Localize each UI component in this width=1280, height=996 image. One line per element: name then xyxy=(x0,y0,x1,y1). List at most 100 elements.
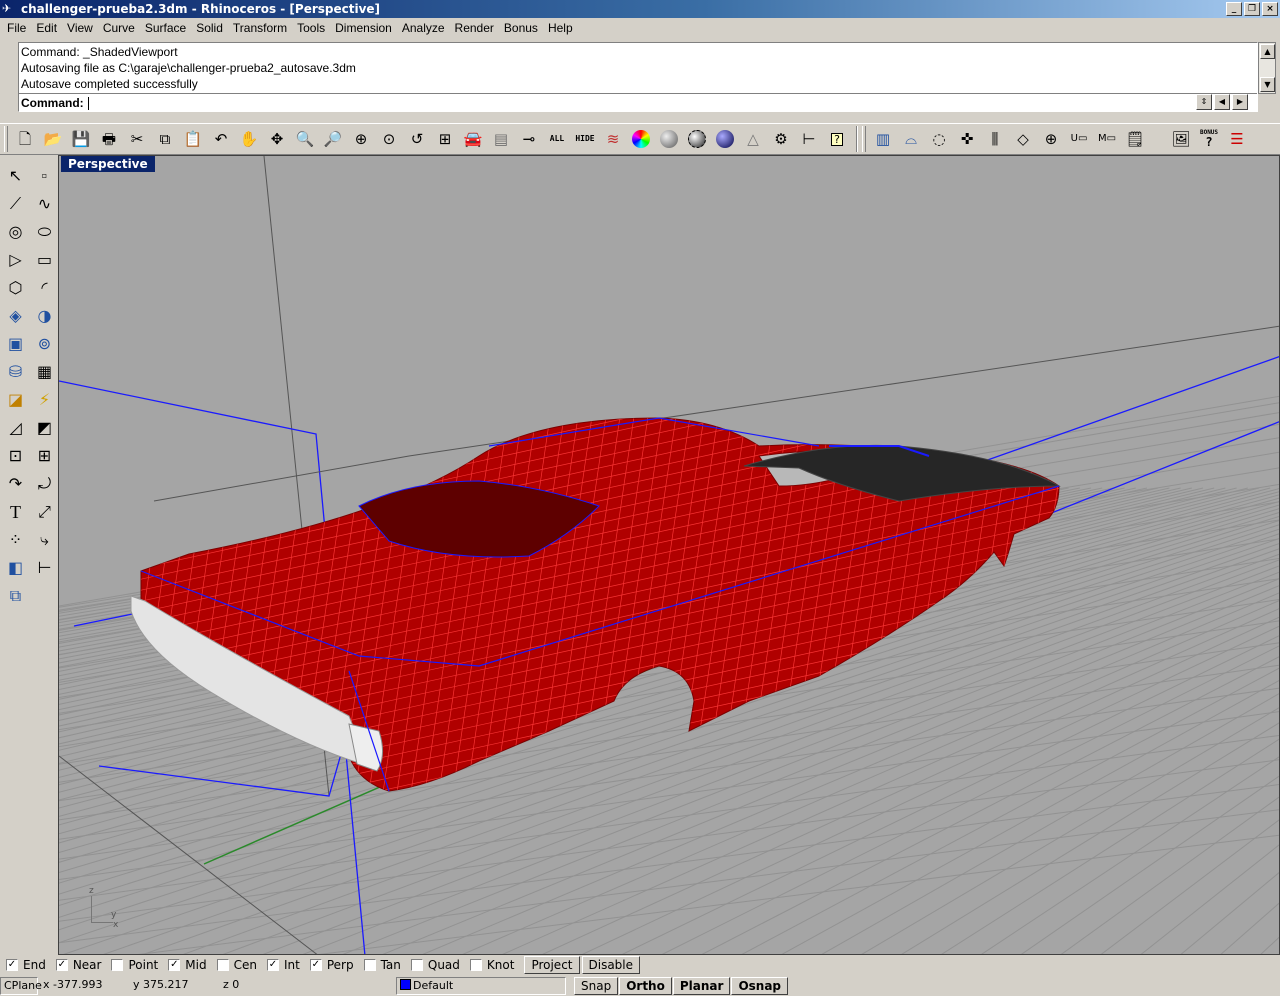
current-layer[interactable]: Default xyxy=(396,977,566,995)
command-caret[interactable] xyxy=(87,96,89,110)
checkbox-icon[interactable] xyxy=(469,959,482,971)
snap-toggle[interactable]: Snap xyxy=(574,977,619,995)
text-icon[interactable]: T xyxy=(1,498,30,526)
command-history-scrollbar[interactable]: ▲ ▼ xyxy=(1258,42,1276,94)
disable-button[interactable]: Disable xyxy=(581,956,641,974)
notes-icon[interactable]: 🗒 xyxy=(1122,126,1148,152)
curve-icon[interactable]: ∿ xyxy=(30,190,59,218)
mesh-icon[interactable]: ▦ xyxy=(30,358,59,386)
checkbox-icon[interactable] xyxy=(410,959,423,971)
boolean-icon[interactable]: ⊚ xyxy=(30,330,59,358)
move-tool-icon[interactable]: ⤢ xyxy=(30,498,59,526)
toolbar-grip[interactable] xyxy=(862,126,866,152)
planar-toggle[interactable]: Planar xyxy=(672,977,731,995)
arc-icon[interactable]: ◜ xyxy=(30,274,59,302)
surface-icon[interactable]: ▥ xyxy=(870,126,896,152)
menu-file[interactable]: File xyxy=(2,21,31,35)
undo-view-icon[interactable]: ↺ xyxy=(404,126,430,152)
render-icon[interactable]: 🖼 xyxy=(1168,126,1194,152)
sphere-gloss-icon[interactable] xyxy=(684,126,710,152)
extrude-icon[interactable]: ⛁ xyxy=(1,358,30,386)
car-icon[interactable]: 🚘 xyxy=(460,126,486,152)
menu-surface[interactable]: Surface xyxy=(140,21,191,35)
snap-grid-icon[interactable]: ⁘ xyxy=(1,526,30,554)
menu-bonus[interactable]: Bonus xyxy=(499,21,543,35)
undo-icon[interactable]: ↶ xyxy=(208,126,234,152)
osnap-quad[interactable]: Quad xyxy=(410,958,460,972)
sphere-gray-icon[interactable] xyxy=(656,126,682,152)
curvature-icon[interactable]: ⌓ xyxy=(898,126,924,152)
osnap-point[interactable]: Point xyxy=(111,958,158,972)
perspective-viewport[interactable]: Perspective z y x xyxy=(58,155,1280,955)
scale-icon[interactable]: ⤾ xyxy=(30,470,59,498)
trim-icon[interactable]: ◿ xyxy=(1,414,30,442)
zoom-window-icon[interactable]: 🔎 xyxy=(320,126,346,152)
point-icon[interactable]: ▫ xyxy=(30,162,59,190)
pan-icon[interactable]: ✋ xyxy=(236,126,262,152)
osnap-cen[interactable]: Cen xyxy=(216,958,257,972)
array-icon[interactable]: ⊡ xyxy=(1,442,30,470)
menu-solid[interactable]: Solid xyxy=(191,21,228,35)
zoom-extents-icon[interactable]: ⊕ xyxy=(348,126,374,152)
scene-canvas[interactable] xyxy=(59,156,1280,955)
nav-right-icon[interactable]: ▶ xyxy=(1232,94,1248,110)
target-icon[interactable]: ⊕ xyxy=(1038,126,1064,152)
checkbox-icon[interactable] xyxy=(111,959,124,971)
help-icon[interactable]: ? xyxy=(824,126,850,152)
select-arrow-icon[interactable]: ↖ xyxy=(1,162,30,190)
move-icon[interactable]: ✜ xyxy=(954,126,980,152)
close-button[interactable]: × xyxy=(1262,2,1278,16)
scroll-up-icon[interactable]: ▲ xyxy=(1260,44,1275,59)
osnap-int[interactable]: ✓ Int xyxy=(266,958,300,972)
split-icon[interactable]: ⚡ xyxy=(30,386,59,414)
list-icon[interactable]: ☰ xyxy=(1224,126,1250,152)
save-icon[interactable]: 💾 xyxy=(68,126,94,152)
rectangle-icon[interactable]: ▭ xyxy=(30,246,59,274)
checkbox-checked-icon[interactable]: ✓ xyxy=(55,959,68,971)
paste-icon[interactable]: 📋 xyxy=(180,126,206,152)
color-wheel-icon[interactable] xyxy=(628,126,654,152)
menu-edit[interactable]: Edit xyxy=(31,21,62,35)
osnap-end[interactable]: ✓ End xyxy=(6,958,46,972)
osnap-knot[interactable]: Knot xyxy=(469,958,514,972)
osnap-perp[interactable]: ✓ Perp xyxy=(309,958,354,972)
sphere-blue-icon[interactable] xyxy=(712,126,738,152)
polygon-icon[interactable]: ▷ xyxy=(1,246,30,274)
menu-analyze[interactable]: Analyze xyxy=(397,21,450,35)
cplane-indicator[interactable]: CPlane xyxy=(0,977,42,995)
four-viewports-icon[interactable]: ⊞ xyxy=(432,126,458,152)
render-tool-icon[interactable]: ⧉ xyxy=(1,582,30,610)
spin-updown-icon[interactable]: ⇕ xyxy=(1196,94,1212,110)
show-all-icon[interactable]: ALL xyxy=(544,126,570,152)
menu-render[interactable]: Render xyxy=(450,21,499,35)
explode-icon[interactable]: ◪ xyxy=(1,386,30,414)
hexagon-icon[interactable]: ⬡ xyxy=(1,274,30,302)
bonus-icon[interactable]: BONUS? xyxy=(1196,126,1222,152)
viewport-title[interactable]: Perspective xyxy=(61,156,155,172)
checkbox-checked-icon[interactable]: ✓ xyxy=(6,959,18,971)
menu-view[interactable]: View xyxy=(62,21,98,35)
osnap-toggle[interactable]: Osnap xyxy=(731,977,789,995)
checkbox-icon[interactable] xyxy=(363,959,376,971)
rotate-icon[interactable]: ↷ xyxy=(1,470,30,498)
dimension-tool-icon[interactable]: ⊢ xyxy=(30,554,59,582)
cone-icon[interactable]: △ xyxy=(740,126,766,152)
hide-icon[interactable]: HIDE xyxy=(572,126,598,152)
checkbox-checked-icon[interactable]: ✓ xyxy=(168,959,181,971)
osnap-near[interactable]: ✓ Near xyxy=(55,958,101,972)
menu-tools[interactable]: Tools xyxy=(292,21,330,35)
checkbox-checked-icon[interactable]: ✓ xyxy=(309,959,322,971)
toolbar-grip[interactable] xyxy=(4,126,8,152)
options-gear-icon[interactable]: ⚙ xyxy=(768,126,794,152)
analyze-icon[interactable]: ⤷ xyxy=(30,526,59,554)
osnap-mid[interactable]: ✓ Mid xyxy=(168,958,207,972)
box-icon[interactable]: ▣ xyxy=(1,330,30,358)
restore-button[interactable]: ❐ xyxy=(1244,2,1260,16)
layers-icon[interactable]: ▤ xyxy=(488,126,514,152)
materials-icon[interactable]: ≋ xyxy=(600,126,626,152)
nav-left-icon[interactable]: ◀ xyxy=(1214,94,1230,110)
cut-icon[interactable]: ✂ xyxy=(124,126,150,152)
array-polar-icon[interactable]: ⊞ xyxy=(30,442,59,470)
surface-edge-icon[interactable]: ◑ xyxy=(30,302,59,330)
open-icon[interactable]: 📂 xyxy=(40,126,66,152)
